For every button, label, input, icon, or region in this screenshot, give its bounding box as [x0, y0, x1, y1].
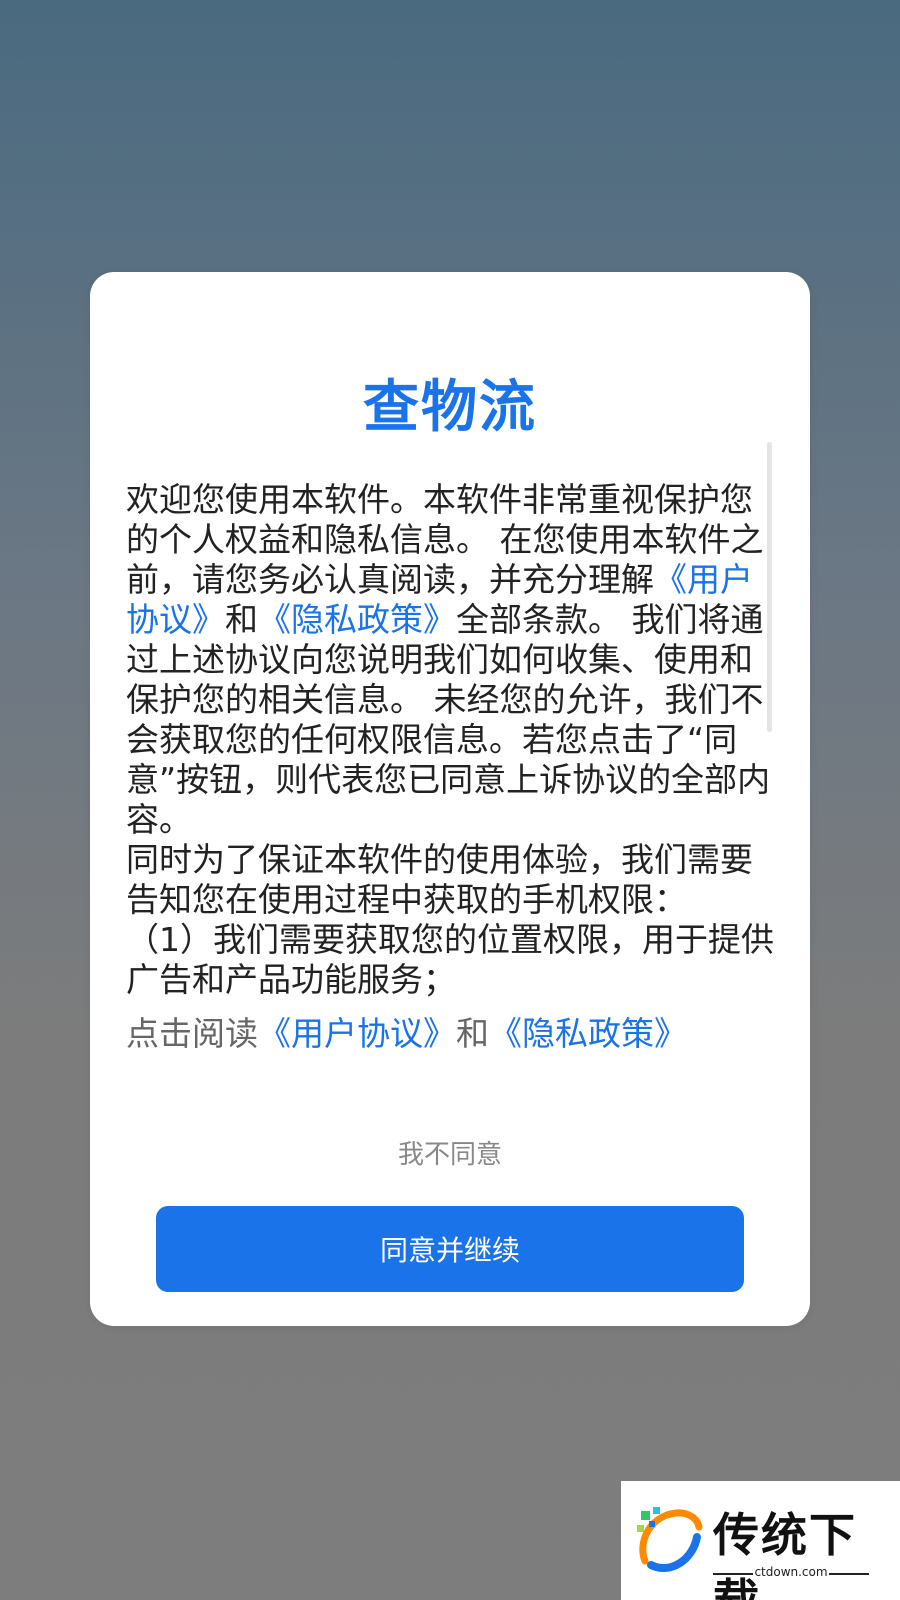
- privacy-body-text: 欢迎您使用本软件。本软件非常重视保护您的个人权益和隐私信息。 在您使用本软件之前…: [126, 480, 776, 1000]
- ctdown-logo-icon: [637, 1507, 703, 1573]
- privacy-policy-link[interactable]: 《隐私政策》: [489, 1014, 687, 1053]
- agree-continue-button[interactable]: 同意并继续: [156, 1206, 744, 1292]
- body-text-3: 同时为了保证本软件的使用体验，我们需要告知您在使用过程中获取的手机权限： （1）…: [126, 840, 774, 999]
- dialog-title: 查物流: [363, 375, 537, 440]
- watermark-line-right: [829, 1573, 869, 1575]
- watermark-domain: ctdown.com: [754, 1565, 828, 1579]
- read-and-text: 和: [456, 1014, 489, 1053]
- body-text-and: 和: [225, 600, 258, 639]
- user-agreement-link[interactable]: 《用户协议》: [258, 1014, 456, 1053]
- watermark: 传统下载 ctdown.com: [621, 1481, 900, 1600]
- read-prefix: 点击阅读: [126, 1014, 258, 1053]
- disagree-button[interactable]: 我不同意: [90, 1134, 810, 1171]
- privacy-policy-inline-link[interactable]: 《隐私政策》: [258, 600, 456, 639]
- read-links-line: 点击阅读《用户协议》和《隐私政策》: [126, 1014, 776, 1054]
- privacy-dialog: 查物流 欢迎您使用本软件。本软件非常重视保护您的个人权益和隐私信息。 在您使用本…: [90, 272, 810, 1326]
- watermark-brand: 传统下载: [713, 1508, 857, 1600]
